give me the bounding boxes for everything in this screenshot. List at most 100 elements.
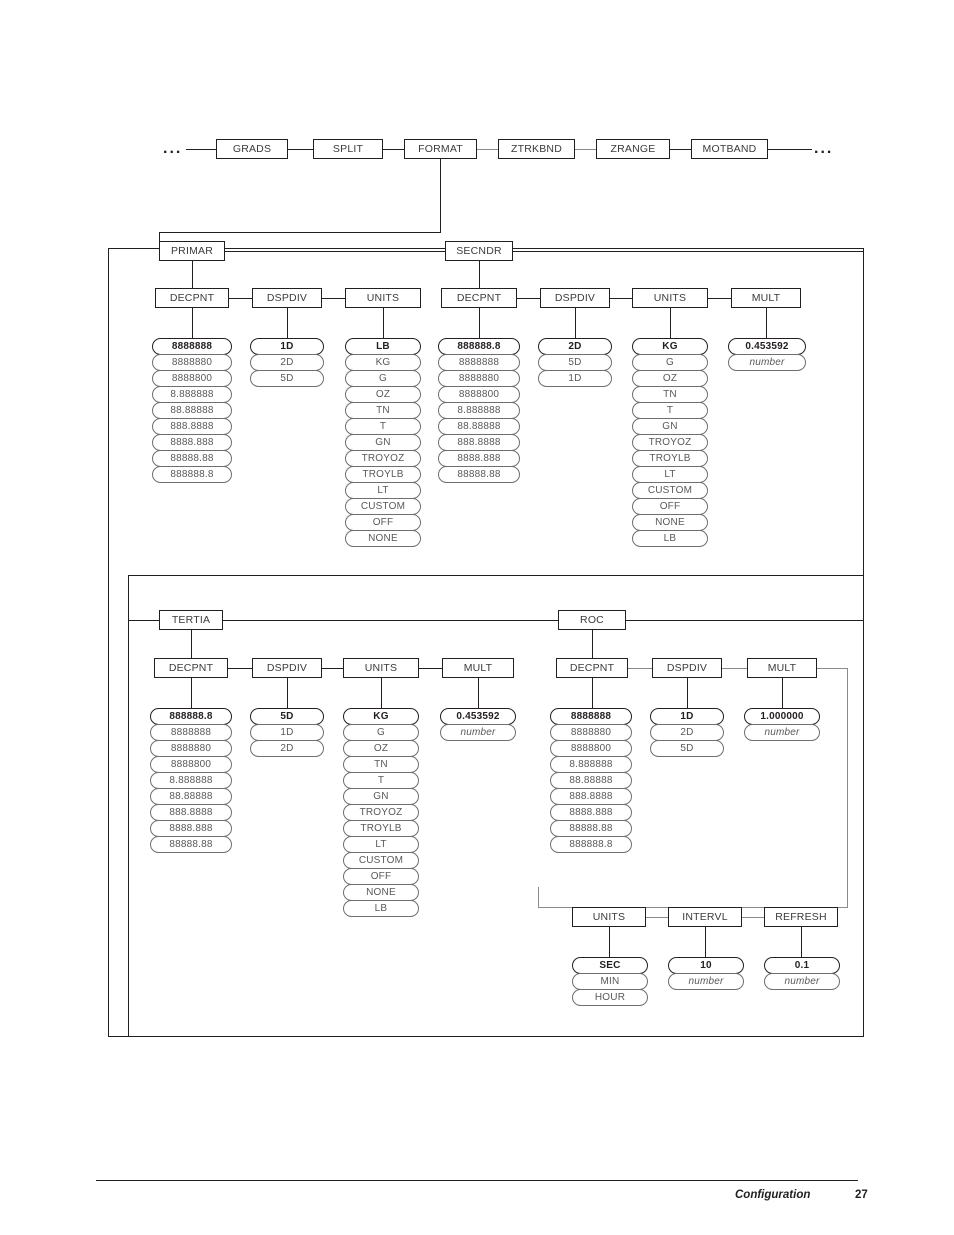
option-pill[interactable]: 2D [538,338,612,355]
param-box-roc-refresh[interactable]: REFRESH [764,907,838,927]
option-pill[interactable]: OZ [632,370,708,387]
option-pill[interactable]: CUSTOM [632,482,708,499]
option-pill[interactable]: LT [343,836,419,853]
option-pill[interactable]: 0.453592 [440,708,516,725]
param-box-secndr-mult[interactable]: MULT [731,288,801,308]
param-box-primar-decpnt[interactable]: DECPNT [155,288,229,308]
option-pill[interactable]: CUSTOM [345,498,421,515]
option-pill[interactable]: 8888.888 [150,820,232,837]
option-pill[interactable]: 8888.888 [152,434,232,451]
option-pill[interactable]: 88888.88 [150,836,232,853]
option-pill[interactable]: GN [343,788,419,805]
option-pill[interactable]: 88.88888 [152,402,232,419]
param-box-roc-intervl[interactable]: INTERVL [668,907,742,927]
option-pill[interactable]: KG [345,354,421,371]
option-pill[interactable]: 8888888 [150,724,232,741]
param-box-roc-decpnt[interactable]: DECPNT [556,658,628,678]
option-pill[interactable]: GN [345,434,421,451]
option-pill[interactable]: 8888888 [152,338,232,355]
option-pill[interactable]: 88888.88 [152,450,232,467]
top-menu-item-zrange[interactable]: ZRANGE [596,139,670,159]
top-menu-item-format[interactable]: FORMAT [404,139,477,159]
option-pill[interactable]: LB [345,338,421,355]
option-pill[interactable]: OFF [345,514,421,531]
option-pill[interactable]: 8888800 [438,386,520,403]
param-box-secndr-decpnt[interactable]: DECPNT [441,288,517,308]
option-pill[interactable]: 1D [250,724,324,741]
option-pill[interactable]: T [343,772,419,789]
option-pill[interactable]: 8888880 [150,740,232,757]
option-pill[interactable]: 8888800 [152,370,232,387]
option-pill[interactable]: number [728,354,806,371]
option-pill[interactable]: SEC [572,957,648,974]
group-box-roc[interactable]: ROC [558,610,626,630]
option-pill[interactable]: 2D [250,354,324,371]
option-pill[interactable]: number [440,724,516,741]
option-pill[interactable]: 5D [250,708,324,725]
option-pill[interactable]: 1D [250,338,324,355]
option-pill[interactable]: 1.000000 [744,708,820,725]
option-pill[interactable]: OZ [343,740,419,757]
option-pill[interactable]: G [343,724,419,741]
option-pill[interactable]: LT [632,466,708,483]
option-pill[interactable]: 8888880 [152,354,232,371]
option-pill[interactable]: NONE [343,884,419,901]
option-pill[interactable]: 5D [250,370,324,387]
option-pill[interactable]: TN [343,756,419,773]
option-pill[interactable]: NONE [632,514,708,531]
option-pill[interactable]: 8.888888 [550,756,632,773]
option-pill[interactable]: 88888.88 [550,820,632,837]
option-pill[interactable]: TROYLB [632,450,708,467]
option-pill[interactable]: G [632,354,708,371]
param-box-roc-units[interactable]: UNITS [572,907,646,927]
param-box-secndr-units[interactable]: UNITS [632,288,708,308]
param-box-secndr-dspdiv[interactable]: DSPDIV [540,288,610,308]
option-pill[interactable]: TN [345,402,421,419]
option-pill[interactable]: 8888880 [438,370,520,387]
option-pill[interactable]: 888.8888 [550,788,632,805]
option-pill[interactable]: 8.888888 [152,386,232,403]
option-pill[interactable]: 888.8888 [152,418,232,435]
option-pill[interactable]: 888.8888 [438,434,520,451]
option-pill[interactable]: 888888.8 [150,708,232,725]
option-pill[interactable]: 10 [668,957,744,974]
option-pill[interactable]: OFF [632,498,708,515]
param-box-roc-mult[interactable]: MULT [747,658,817,678]
option-pill[interactable]: 8888.888 [438,450,520,467]
option-pill[interactable]: 5D [538,354,612,371]
option-pill[interactable]: number [764,973,840,990]
option-pill[interactable]: 88888.88 [438,466,520,483]
option-pill[interactable]: 1D [538,370,612,387]
option-pill[interactable]: 88.88888 [438,418,520,435]
option-pill[interactable]: 8888800 [550,740,632,757]
option-pill[interactable]: number [668,973,744,990]
option-pill[interactable]: KG [343,708,419,725]
option-pill[interactable]: KG [632,338,708,355]
option-pill[interactable]: 8888888 [438,354,520,371]
option-pill[interactable]: TROYOZ [632,434,708,451]
option-pill[interactable]: NONE [345,530,421,547]
option-pill[interactable]: CUSTOM [343,852,419,869]
option-pill[interactable]: 888888.8 [438,338,520,355]
top-menu-item-grads[interactable]: GRADS [216,139,288,159]
option-pill[interactable]: 888888.8 [550,836,632,853]
option-pill[interactable]: LB [632,530,708,547]
group-box-primar[interactable]: PRIMAR [159,241,225,261]
option-pill[interactable]: 888888.8 [152,466,232,483]
option-pill[interactable]: 8888800 [150,756,232,773]
option-pill[interactable]: TROYOZ [345,450,421,467]
param-box-tertia-units[interactable]: UNITS [343,658,419,678]
option-pill[interactable]: TROYLB [345,466,421,483]
option-pill[interactable]: TN [632,386,708,403]
option-pill[interactable]: 0.1 [764,957,840,974]
param-box-tertia-dspdiv[interactable]: DSPDIV [252,658,322,678]
option-pill[interactable]: number [744,724,820,741]
option-pill[interactable]: 8888888 [550,708,632,725]
option-pill[interactable]: LT [345,482,421,499]
param-box-primar-units[interactable]: UNITS [345,288,421,308]
option-pill[interactable]: 8.888888 [150,772,232,789]
param-box-roc-dspdiv[interactable]: DSPDIV [652,658,722,678]
option-pill[interactable]: TROYOZ [343,804,419,821]
option-pill[interactable]: 2D [650,724,724,741]
param-box-primar-dspdiv[interactable]: DSPDIV [252,288,322,308]
